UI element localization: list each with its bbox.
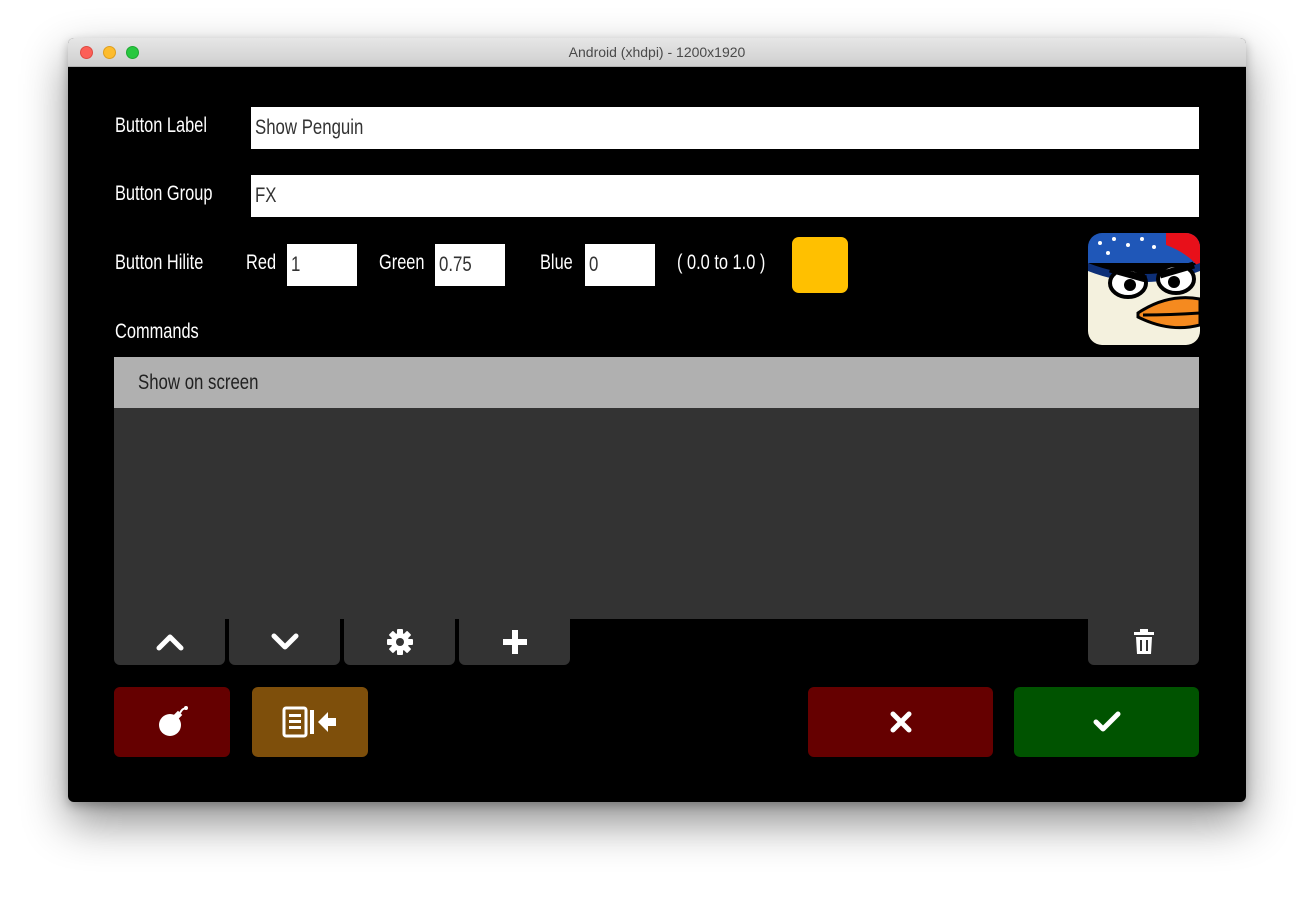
red-value: 1: [291, 253, 301, 276]
trash-icon: [1133, 629, 1154, 654]
blue-input[interactable]: 0: [585, 244, 655, 286]
green-caption: Green: [379, 251, 425, 274]
penguin-icon: [1088, 233, 1200, 345]
blue-caption: Blue: [540, 251, 573, 274]
button-group-caption: Button Group: [115, 182, 213, 205]
confirm-button[interactable]: [1014, 687, 1199, 757]
button-group-input[interactable]: FX: [251, 175, 1199, 217]
range-hint: ( 0.0 to 1.0 ): [677, 251, 766, 274]
chevron-up-icon: [156, 634, 183, 651]
button-label-input[interactable]: Show Penguin: [251, 107, 1199, 149]
add-command-button[interactable]: [459, 619, 570, 665]
title-bar: Android (xhdpi) - 1200x1920: [68, 38, 1246, 67]
bomb-button[interactable]: [114, 687, 230, 757]
app-window: Android (xhdpi) - 1200x1920 Button Label…: [68, 38, 1246, 802]
button-label-value: Show Penguin: [255, 116, 364, 139]
hilite-color-swatch[interactable]: [792, 237, 848, 293]
delete-command-button[interactable]: [1088, 619, 1199, 665]
button-image-avatar[interactable]: [1088, 233, 1200, 345]
cancel-button[interactable]: [808, 687, 993, 757]
green-input[interactable]: 0.75: [435, 244, 505, 286]
import-list-icon: [282, 706, 336, 738]
commands-list[interactable]: Show on screen: [114, 357, 1199, 619]
list-item[interactable]: Show on screen: [114, 357, 1199, 408]
move-up-button[interactable]: [114, 619, 225, 665]
settings-button[interactable]: [344, 619, 455, 665]
window-title: Android (xhdpi) - 1200x1920: [568, 44, 746, 60]
red-caption: Red: [246, 251, 277, 274]
gear-icon: [386, 629, 413, 655]
import-button[interactable]: [252, 687, 368, 757]
button-hilite-caption: Button Hilite: [115, 251, 204, 274]
red-input[interactable]: 1: [287, 244, 357, 286]
bomb-icon: [159, 706, 188, 736]
blue-value: 0: [589, 253, 599, 276]
chevron-down-icon: [271, 633, 298, 650]
commands-caption: Commands: [115, 320, 199, 343]
green-value: 0.75: [439, 253, 472, 276]
move-down-button[interactable]: [229, 619, 340, 665]
plus-icon: [502, 630, 527, 654]
command-item-label: Show on screen: [138, 371, 259, 394]
button-label-caption: Button Label: [115, 114, 207, 137]
close-icon: [890, 711, 911, 733]
button-group-value: FX: [255, 184, 277, 207]
checkmark-icon: [1093, 711, 1120, 732]
